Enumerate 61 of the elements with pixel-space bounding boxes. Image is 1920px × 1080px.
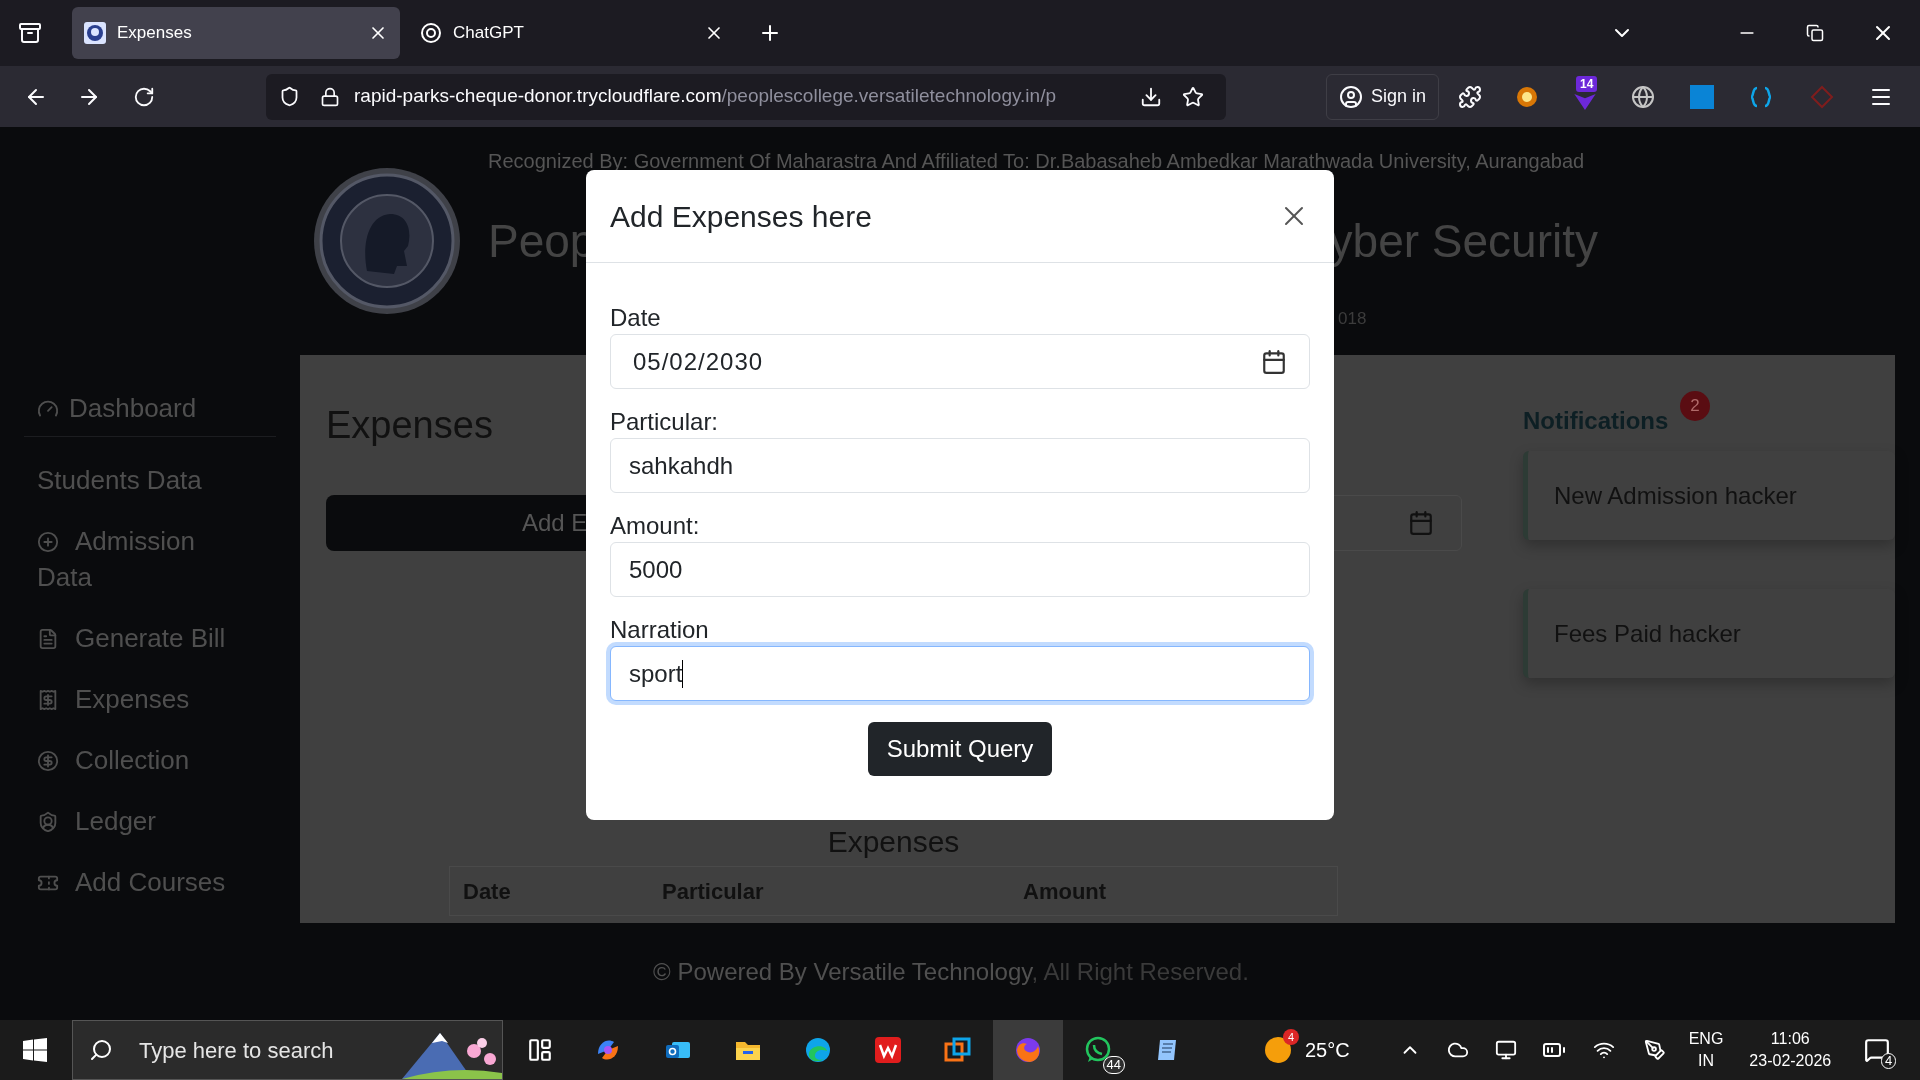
- dollar-icon: [37, 750, 59, 772]
- badge: 44: [1102, 1056, 1125, 1074]
- browser-tab[interactable]: ChatGPT: [408, 7, 736, 59]
- plus-circle-icon: [37, 531, 59, 553]
- document-icon: [37, 628, 59, 650]
- user-icon: [1339, 84, 1363, 109]
- sun-icon[interactable]: [1263, 1035, 1293, 1065]
- receipt-icon: [37, 689, 59, 711]
- input-field[interactable]: sahkahdh: [610, 438, 1310, 493]
- browser-icon: [1014, 1036, 1042, 1064]
- page-download-icon[interactable]: [1140, 85, 1162, 108]
- field-label: Date: [610, 303, 662, 333]
- star-icon[interactable]: [1182, 85, 1204, 108]
- calendar-icon[interactable]: [1261, 348, 1287, 375]
- windows-logo-icon[interactable]: [23, 1038, 47, 1062]
- browser-tab[interactable]: Expenses: [72, 7, 400, 59]
- sign-in-button[interactable]: Sign in: [1326, 73, 1440, 120]
- browser-icon: [804, 1036, 832, 1064]
- field-label: Narration: [610, 615, 710, 645]
- badge-icon: [37, 811, 59, 833]
- squares-icon: [944, 1036, 972, 1064]
- reload-icon[interactable]: [133, 85, 155, 108]
- monitor-icon[interactable]: [1494, 1039, 1517, 1061]
- tab-title: ChatGPT: [453, 22, 525, 45]
- task-view-icon[interactable]: [527, 1037, 553, 1063]
- language-text[interactable]: ENG: [1688, 1028, 1724, 1050]
- input-field[interactable]: 5000: [610, 542, 1310, 597]
- taskbar-app[interactable]: 44: [1063, 1020, 1133, 1080]
- modal-title: Add Expenses here: [610, 198, 872, 235]
- lock-icon: [320, 86, 340, 107]
- sidebar-heading: Students Data: [37, 464, 203, 497]
- clock-date[interactable]: 23-02-2026: [1749, 1050, 1832, 1072]
- search-icon: [89, 1038, 113, 1062]
- restore-icon[interactable]: [1806, 24, 1824, 42]
- submit-button[interactable]: Submit Query: [867, 722, 1053, 776]
- field-label: Particular:: [610, 407, 720, 437]
- recognition-text: Recognized By: Government Of Maharastra And Affiliated To: Dr.Babasaheb Ambedkar Marathwada University, Aurangabad: [488, 149, 1585, 173]
- badge: 4: [1880, 1053, 1897, 1069]
- notification-icon[interactable]: [1864, 1037, 1891, 1063]
- brackets-icon[interactable]: [1749, 84, 1774, 109]
- date-field[interactable]: 05/02/2030: [610, 334, 1310, 389]
- college-title: yber Security: [1329, 214, 1598, 268]
- zigzag-logo-icon: [874, 1036, 902, 1064]
- knot-logo-icon: [420, 22, 442, 44]
- region-text[interactable]: IN: [1698, 1050, 1714, 1072]
- temperature-text[interactable]: 25°C: [1305, 1035, 1350, 1065]
- address-bar[interactable]: rapid-parks-cheque-donor.trycloudflare.com/peoplescollege.versatiletechnology.in/p: [266, 73, 1226, 120]
- tab-list-icon[interactable]: [18, 21, 42, 45]
- logo-icon: [312, 166, 462, 316]
- square-icon[interactable]: [1690, 84, 1715, 109]
- tab-title: Expenses: [117, 22, 193, 45]
- badge: 4: [1283, 1029, 1299, 1045]
- pen-icon[interactable]: [1643, 1039, 1666, 1061]
- url-text: rapid-parks-cheque-donor.trycloudflare.com/peoplescollege.versatiletechnology.in/p: [354, 84, 1057, 109]
- search-box[interactable]: Type here to search: [72, 1020, 503, 1080]
- badge: 14: [1576, 75, 1598, 92]
- clock-time[interactable]: 11:06: [1770, 1028, 1810, 1050]
- extensions-icon[interactable]: [1458, 84, 1483, 109]
- favicon-icon: [84, 22, 106, 44]
- notification-count-badge: 2: [1680, 391, 1710, 421]
- shield-icon[interactable]: [279, 86, 300, 107]
